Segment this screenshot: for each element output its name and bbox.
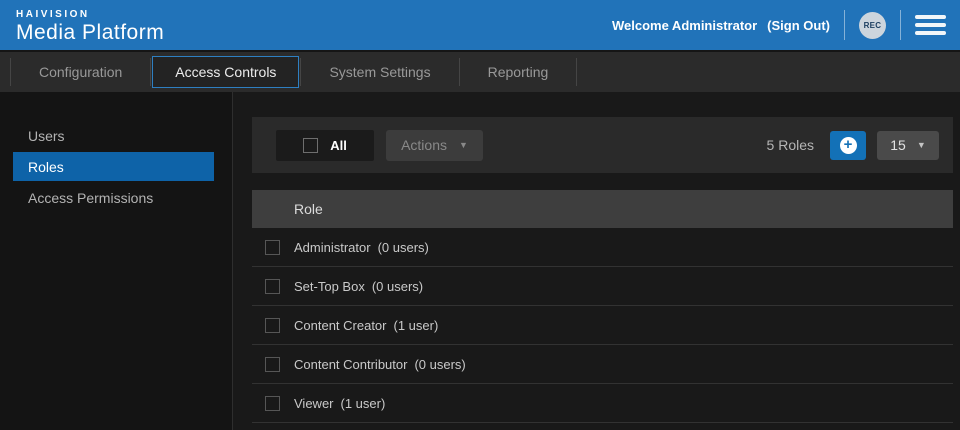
- tab-reporting[interactable]: Reporting: [461, 56, 576, 88]
- table-row-set-top-box[interactable]: Set-Top Box (0 users): [252, 267, 953, 306]
- roles-table: Role Administrator (0 users) Set-Top Box…: [252, 190, 953, 423]
- table-row-content-contributor[interactable]: Content Contributor (0 users): [252, 345, 953, 384]
- tab-separator: [10, 58, 11, 86]
- role-name: Content Contributor: [294, 357, 407, 372]
- role-user-count: (1 user): [341, 396, 386, 411]
- main-content: All Actions ▼ 5 Roles + 15 ▼ Role: [233, 92, 960, 430]
- role-user-count: (1 user): [394, 318, 439, 333]
- sidebar: Users Roles Access Permissions: [0, 92, 233, 430]
- row-checkbox[interactable]: [265, 396, 280, 411]
- app-header: HAIVISION Media Platform Welcome Adminis…: [0, 0, 960, 50]
- sidebar-item-access-permissions[interactable]: Access Permissions: [13, 183, 214, 212]
- page-size-dropdown[interactable]: 15 ▼: [877, 131, 939, 160]
- roles-toolbar: All Actions ▼ 5 Roles + 15 ▼: [252, 117, 953, 173]
- role-name: Content Creator: [294, 318, 387, 333]
- role-user-count: (0 users): [372, 279, 423, 294]
- row-checkbox[interactable]: [265, 240, 280, 255]
- role-name: Administrator: [294, 240, 371, 255]
- role-name: Set-Top Box: [294, 279, 365, 294]
- header-divider: [844, 10, 845, 40]
- actions-dropdown[interactable]: Actions ▼: [386, 130, 483, 161]
- plus-icon: +: [840, 137, 857, 154]
- chevron-down-icon: ▼: [459, 141, 468, 150]
- role-user-count: (0 users): [378, 240, 429, 255]
- row-checkbox[interactable]: [265, 357, 280, 372]
- tab-separator: [300, 58, 301, 86]
- tab-system-settings[interactable]: System Settings: [302, 56, 457, 88]
- tab-separator: [150, 58, 151, 86]
- roles-count: 5 Roles: [767, 137, 814, 153]
- page-size-value: 15: [890, 137, 906, 153]
- chevron-down-icon: ▼: [917, 141, 926, 150]
- select-all-label: All: [330, 138, 347, 153]
- table-row-viewer[interactable]: Viewer (1 user): [252, 384, 953, 423]
- menu-hamburger-icon[interactable]: [915, 11, 946, 39]
- row-checkbox[interactable]: [265, 318, 280, 333]
- row-checkbox[interactable]: [265, 279, 280, 294]
- role-user-count: (0 users): [414, 357, 465, 372]
- sign-out-link[interactable]: (Sign Out): [767, 18, 830, 33]
- table-row-content-creator[interactable]: Content Creator (1 user): [252, 306, 953, 345]
- brand-name: HAIVISION: [16, 10, 164, 20]
- sidebar-item-roles[interactable]: Roles: [13, 152, 214, 181]
- brand-logo: HAIVISION Media Platform: [16, 8, 164, 43]
- select-all-button[interactable]: All: [276, 130, 374, 161]
- tab-separator: [576, 58, 577, 86]
- page-body: Users Roles Access Permissions All Actio…: [0, 92, 960, 430]
- table-header-role: Role: [252, 190, 953, 228]
- actions-label: Actions: [401, 137, 447, 153]
- tab-separator: [459, 58, 460, 86]
- header-right: Welcome Administrator (Sign Out) REC: [612, 0, 946, 50]
- select-all-checkbox[interactable]: [303, 138, 318, 153]
- rec-badge[interactable]: REC: [859, 12, 886, 39]
- header-divider: [900, 10, 901, 40]
- product-name: Media Platform: [16, 22, 164, 43]
- welcome-text: Welcome Administrator: [612, 18, 757, 33]
- table-row-administrator[interactable]: Administrator (0 users): [252, 228, 953, 267]
- role-name: Viewer: [294, 396, 334, 411]
- add-role-button[interactable]: +: [830, 131, 866, 160]
- app-window: HAIVISION Media Platform Welcome Adminis…: [0, 0, 960, 430]
- main-nav-tabs: Configuration Access Controls System Set…: [0, 50, 960, 92]
- sidebar-item-users[interactable]: Users: [13, 121, 214, 150]
- tab-configuration[interactable]: Configuration: [12, 56, 149, 88]
- tab-access-controls[interactable]: Access Controls: [152, 56, 299, 88]
